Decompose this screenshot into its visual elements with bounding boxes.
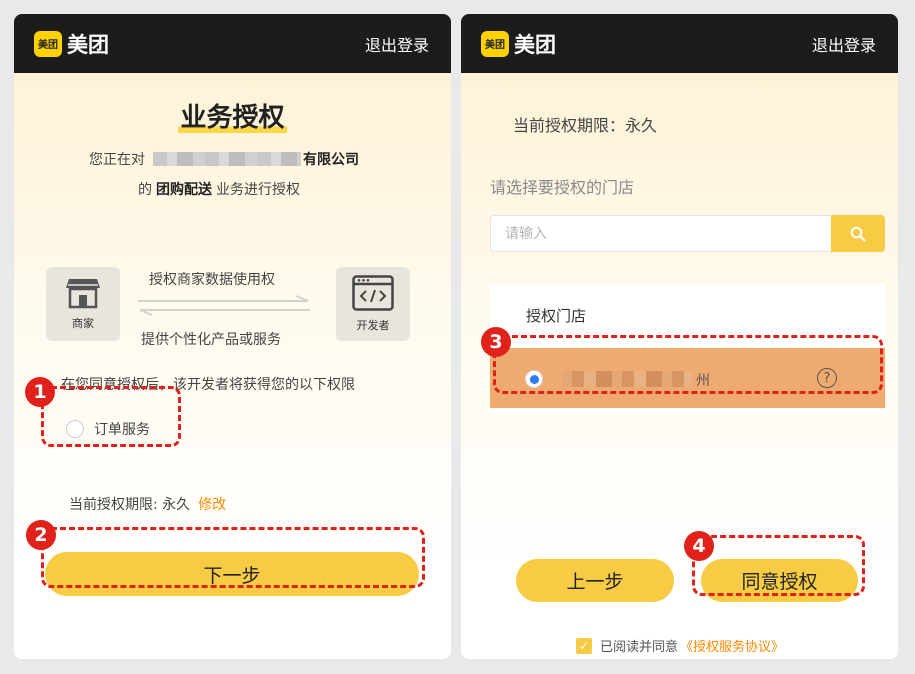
app-header: 美团 美团 退出登录 xyxy=(461,14,898,73)
developer-label: 开发者 xyxy=(356,319,390,332)
company-suffix: 有限公司 xyxy=(303,152,359,168)
business-name: 团购配送 xyxy=(156,182,212,198)
page-title: 业务授权 xyxy=(178,103,287,133)
search-button[interactable] xyxy=(831,215,885,252)
step1-highlight xyxy=(41,386,181,447)
store-icon xyxy=(66,279,100,309)
step2-highlight xyxy=(41,527,425,588)
agreement-line: ✓ 已阅读并同意 《授权服务协议》 xyxy=(576,636,784,655)
store-list-header: 授权门店 xyxy=(526,307,587,325)
step2-badge: 2 xyxy=(26,520,56,550)
intro-line: 您正在对 有限公司 xyxy=(89,149,359,169)
business-line: 的团购配送 业务进行授权 xyxy=(138,179,300,199)
meituan-logo: 美团 美团 xyxy=(481,29,556,59)
merchant-box: 商家 xyxy=(46,267,120,341)
search-icon xyxy=(850,226,866,242)
business-suffix: 业务进行授权 xyxy=(216,182,300,198)
logout-button[interactable]: 退出登录 xyxy=(365,32,429,56)
checkbox-checked-icon[interactable]: ✓ xyxy=(576,637,592,654)
agreement-link[interactable]: 《授权服务协议》 xyxy=(680,636,784,655)
merchant-label: 商家 xyxy=(72,317,94,330)
developer-box: 开发者 xyxy=(336,267,410,341)
logout-button[interactable]: 退出登录 xyxy=(812,32,876,56)
authorization-period: 当前授权期限：永久 xyxy=(513,116,658,135)
step1-badge: 1 xyxy=(25,377,55,407)
step4-highlight xyxy=(692,535,865,596)
search-input[interactable] xyxy=(490,215,831,252)
intro-prefix: 您正在对 xyxy=(89,152,145,168)
exchange-arrows-icon xyxy=(138,295,310,316)
select-store-prompt: 请选择要授权的门店 xyxy=(490,178,635,197)
page-title-wrap: 业务授权 xyxy=(14,97,451,134)
flow-bottom-text: 提供个性化产品或服务 xyxy=(141,332,281,348)
store-search xyxy=(490,215,885,252)
code-window-icon xyxy=(352,275,394,311)
meituan-logo: 美团 美团 xyxy=(34,29,109,59)
flow-top-text: 授权商家数据使用权 xyxy=(149,272,275,288)
previous-step-button[interactable]: 上一步 xyxy=(516,559,674,602)
app-header: 美团 美团 退出登录 xyxy=(14,14,451,73)
logo-text: 美团 xyxy=(67,32,109,57)
logo-badge: 美团 xyxy=(481,30,509,57)
logo-badge: 美团 xyxy=(34,30,62,57)
business-prefix: 的 xyxy=(138,182,152,198)
company-name-redacted xyxy=(153,152,301,166)
agreement-text: 已阅读并同意 xyxy=(600,640,679,655)
step3-badge: 3 xyxy=(481,327,511,357)
step4-badge: 4 xyxy=(684,531,714,561)
step3-highlight xyxy=(493,335,883,394)
authorization-period: 当前授权期限: 永久 修改 xyxy=(69,494,226,514)
period-label: 当前授权期限: 永久 xyxy=(69,497,191,513)
modify-period-link[interactable]: 修改 xyxy=(198,497,226,513)
logo-text: 美团 xyxy=(514,32,556,57)
